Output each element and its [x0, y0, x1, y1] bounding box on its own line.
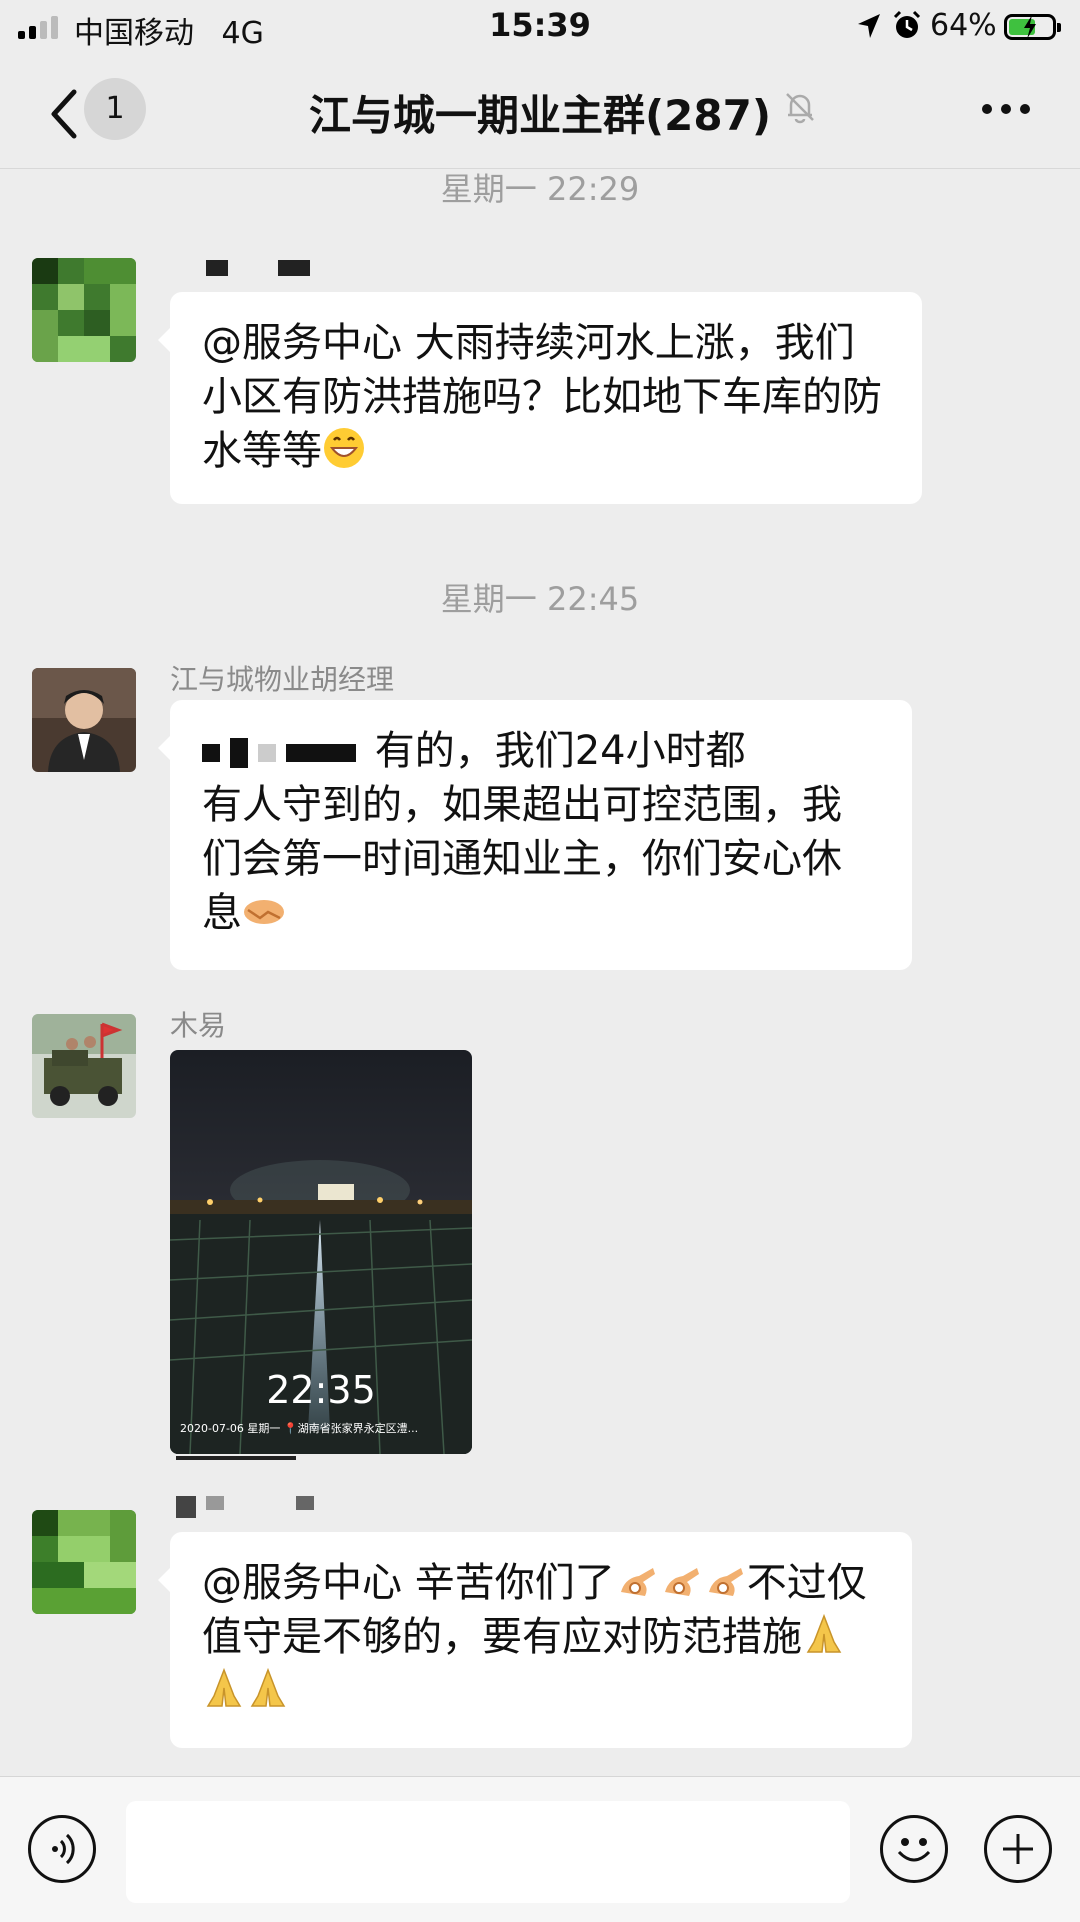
message-bubble[interactable]: 有的，我们24小时都 有人守到的，如果超出可控范围，我们会第一时间通知业主，你们…: [158, 700, 912, 970]
redacted-sender-name: [206, 260, 228, 276]
redacted-mention: [286, 744, 356, 762]
ok-hand-emoji-icon: [708, 1568, 743, 1596]
message-text: 有的，我们24小时都: [374, 728, 746, 774]
message-bubble[interactable]: @服务中心 辛苦你们了 不过仅值守是不够的，要有应对防范措施: [158, 1532, 912, 1748]
redacted-sender-name: [296, 1496, 314, 1510]
video-caption: 2020-07-06 星期一 📍湖南省张家界永定区澧...: [180, 1422, 419, 1435]
timestamp: 星期一 22:29: [440, 170, 640, 208]
ok-hand-emoji-icon: [664, 1568, 699, 1596]
redacted-sender-name: [176, 1496, 196, 1518]
ok-hand-emoji-icon: [620, 1568, 655, 1596]
redacted-mention: [258, 744, 276, 762]
redacted-mention: [230, 738, 248, 768]
more-options-icon[interactable]: [982, 104, 1030, 114]
message-input[interactable]: [126, 1801, 850, 1903]
voice-icon: [52, 1833, 75, 1865]
folded-hands-emoji-icon: [250, 1667, 286, 1707]
avatar[interactable]: [32, 668, 136, 772]
timestamp: 星期一 22:45: [440, 580, 640, 618]
emoji-button[interactable]: [880, 1815, 948, 1883]
plus-icon: [1003, 1834, 1033, 1864]
message-text: @服务中心 大雨持续河水上涨，我们小区有防洪措施吗？比如地下车库的防水等等: [202, 320, 882, 474]
sender-name: 木易: [170, 1009, 227, 1042]
redacted-sender-name: [278, 260, 310, 276]
chat-title: 江与城一期业主群(287): [308, 91, 772, 140]
nav-bar: 1 江与城一期业主群(287): [0, 0, 1080, 169]
message-bubble[interactable]: @服务中心 大雨持续河水上涨，我们小区有防洪措施吗？比如地下车库的防水等等: [158, 292, 922, 504]
voice-button[interactable]: [28, 1815, 96, 1883]
video-timestamp: 22:35: [266, 1368, 376, 1412]
folded-hands-emoji-icon: [206, 1667, 242, 1707]
folded-hands-emoji-icon: [806, 1613, 842, 1653]
grinning-emoji-icon: [324, 428, 364, 468]
avatar[interactable]: [32, 1510, 136, 1614]
mute-bell-icon: [786, 93, 814, 124]
more-functions-button[interactable]: [984, 1815, 1052, 1883]
message-text: 有人守到的，如果超出可控范围，我们会第一时间通知业主，你们安心休息: [202, 782, 842, 936]
redacted-mention: [202, 744, 220, 762]
smiley-icon: [897, 1838, 931, 1862]
redacted-sender-name: [206, 1496, 224, 1510]
handshake-emoji-icon: [244, 900, 284, 924]
avatar[interactable]: [32, 1014, 136, 1118]
input-bar: [0, 1776, 1080, 1922]
avatar[interactable]: [32, 258, 136, 362]
message-text: @服务中心 辛苦你们了: [202, 1560, 615, 1606]
sender-name: 江与城物业胡经理: [170, 663, 395, 696]
divider: [176, 1456, 296, 1460]
video-message[interactable]: 22:35 2020-07-06 星期一 📍湖南省张家界永定区澧...: [170, 1050, 472, 1454]
